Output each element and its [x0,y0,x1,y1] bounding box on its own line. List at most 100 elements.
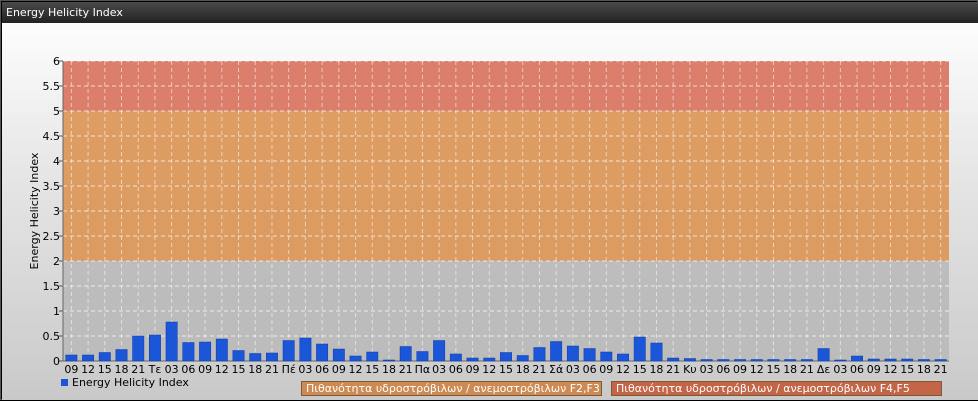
x-tick-label: 21 [265,363,279,376]
x-tick-label: 18 [248,363,262,376]
x-tick-label: 06 [449,363,463,376]
x-tick-label: 18 [649,363,663,376]
bar [867,358,880,362]
bar [500,352,512,362]
bar [834,359,847,362]
bar [650,342,663,362]
x-tick-label: 18 [917,363,931,376]
bar [266,352,278,362]
x-tick-label: 09 [466,363,480,376]
bar [433,340,446,362]
x-tick-label: 12 [349,363,363,376]
series-legend-swatch [61,379,68,386]
bar [383,359,395,362]
x-tick-label: 06 [716,363,730,376]
series-legend[interactable]: Energy Helicity Index [61,376,189,389]
x-tick-label: 18 [783,363,797,376]
bar [215,338,228,362]
bar [800,359,813,362]
x-tick-label: 21 [532,363,546,376]
x-tick-label: 18 [115,363,129,376]
chart-svg: 00.511.522.533.544.555.5609 12 15 18 21 Τε 03 0… [28,55,949,376]
series-legend-label: Energy Helicity Index [72,376,189,389]
x-tick-label: 21 [666,363,680,376]
x-tick-label: 09 [332,363,346,376]
chart-window: Energy Helicity Index 0 0.5 1 1.5 2 2.5 3 3.5 4 4… [0,0,978,400]
bar [449,353,462,362]
bar [884,358,897,362]
y-tick-label: 1.5 [43,280,61,293]
x-tick-label: Πα [415,363,431,376]
x-tick-label: 15 [766,363,780,376]
y-tick-label: 3.5 [43,180,61,193]
x-tick-label: 03 [298,363,312,376]
x-tick-label: 09 [64,363,78,376]
bar [82,354,95,362]
x-tick-label: 12 [482,363,496,376]
bar [349,355,362,362]
x-tick-label: 15 [98,363,112,376]
x-tick-label: 03 [566,363,580,376]
bar [299,337,312,362]
x-tick-label: 06 [315,363,329,376]
bar [249,353,262,362]
bar [583,348,596,362]
bar [149,334,161,362]
bar [115,349,128,362]
bar [683,358,696,362]
x-tick-label: 03 [700,363,714,376]
x-tick-label: 06 [181,363,195,376]
x-tick-label: 09 [733,363,747,376]
y-tick-label: 3 [53,205,60,218]
bar [516,355,529,362]
y-tick-label: 0 [53,355,60,368]
x-tick-label: 18 [382,363,396,376]
x-tick-label: 21 [399,363,413,376]
x-tick-label: 21 [800,363,814,376]
bar [399,346,412,362]
x-tick-label: Κυ [683,363,697,376]
bar [416,351,429,362]
bar [700,359,713,362]
x-tick-label: 09 [867,363,881,376]
bar [65,354,78,362]
x-tick-label: 12 [81,363,95,376]
bar [566,345,579,362]
x-tick-label: 12 [616,363,630,376]
x-tick-label: 09 [599,363,613,376]
x-tick-label: 06 [850,363,864,376]
x-tick-label: 15 [633,363,647,376]
bar [934,359,947,362]
x-tick-label: 21 [934,363,948,376]
x-tick-label: 15 [499,363,513,376]
bar [717,359,730,362]
bar [533,347,546,362]
bar [917,359,930,362]
band-legend-f2f3[interactable]: Πιθανότητα υδροστρόβιλων / ανεμοστρόβιλω… [301,381,602,396]
bar [232,350,245,362]
x-tick-label: 15 [900,363,914,376]
bar [182,342,195,362]
x-tick-label: Σά [549,363,563,376]
bar [98,352,111,362]
band-legend-f4f5[interactable]: Πιθανότητα υδροστρόβιλων / ανεμοστρόβιλω… [611,381,942,396]
x-tick-label: 12 [750,363,764,376]
bar [851,355,863,362]
x-tick-label: 03 [432,363,446,376]
x-tick-label: 15 [365,363,379,376]
y-tick-label: 4 [53,155,60,168]
y-tick-label: 2.5 [43,230,61,243]
bar [316,343,329,362]
bar [784,359,797,362]
bar [483,357,496,362]
bar [165,321,178,362]
bar [550,341,563,362]
y-tick-label: 5.5 [43,80,61,93]
x-tick-label: 12 [883,363,897,376]
y-tick-label: 2 [53,255,60,268]
bar [332,348,345,362]
y-tick-label: 1 [53,305,60,318]
bar [366,351,379,362]
x-tick-label: 15 [232,363,246,376]
bar [901,358,914,362]
